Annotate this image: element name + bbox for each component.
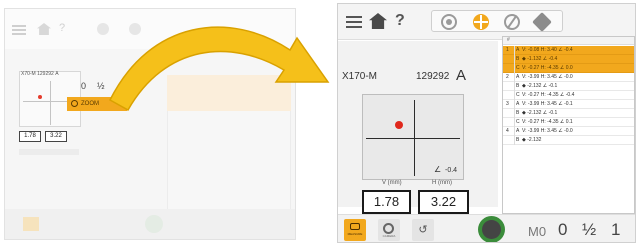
arrow-shape: [109, 26, 330, 112]
screenshot-stage: ? X70-M 129292 A 0 ½ ZOOM 1.78 3.22 ? X1…: [0, 0, 637, 244]
curved-arrow-icon: [109, 26, 330, 112]
